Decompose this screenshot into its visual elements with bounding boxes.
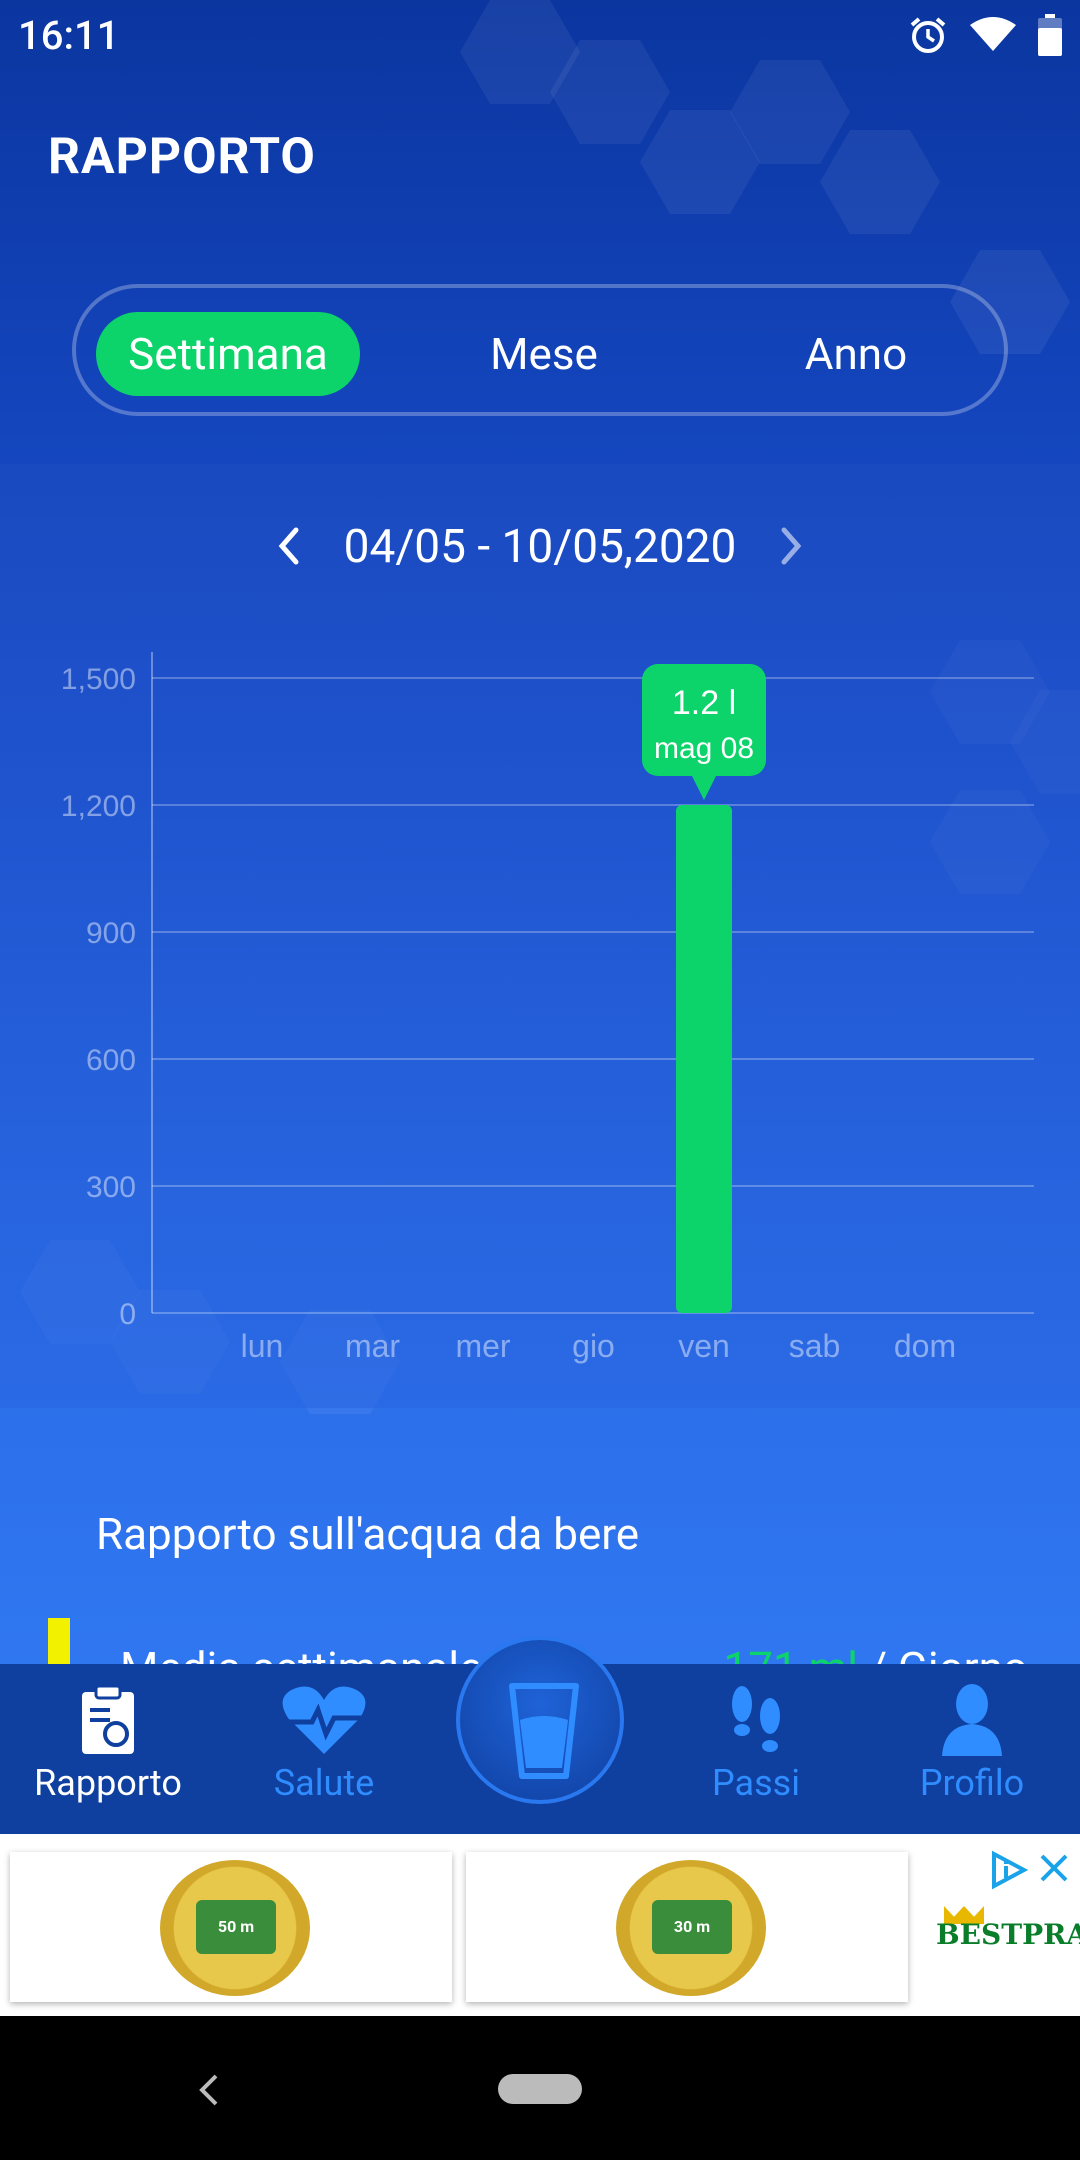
y-tick-label: 600 <box>86 1044 136 1077</box>
tooltip-value: 1.2 l <box>672 684 736 722</box>
footprints-icon <box>732 1686 780 1752</box>
x-tick-label: gio <box>572 1328 615 1364</box>
x-tick-label: lun <box>241 1328 284 1364</box>
hose-image: 50 m <box>160 1860 310 1996</box>
y-tick-label: 300 <box>86 1171 136 1204</box>
app-screen: 16:11 RAPPORTO Settimana Mese Anno 04/05… <box>0 0 1080 2016</box>
water-glass-icon <box>509 1683 579 1779</box>
y-tick-label: 1,500 <box>61 663 136 696</box>
add-water-button[interactable] <box>456 1636 624 1804</box>
nav-profilo[interactable]: Profilo <box>872 1684 1072 1804</box>
ad-product-card[interactable]: 30 m <box>466 1852 908 2002</box>
ad-brand-logo: BESTPRATO <box>936 1918 1080 1951</box>
x-tick-label: ven <box>678 1328 730 1364</box>
x-tick-label: mer <box>455 1328 510 1364</box>
x-tick-label: dom <box>894 1328 956 1364</box>
y-tick-label: 0 <box>119 1298 136 1331</box>
ad-product-card[interactable]: 50 m <box>10 1852 452 2002</box>
bar-tooltip: 1.2 l mag 08 <box>642 664 766 800</box>
ad-info-icon[interactable] <box>988 1850 1028 1890</box>
ad-banner[interactable]: 50 m 30 m BESTPRATO <box>0 1834 1080 2016</box>
system-navigation-bar <box>0 2016 1080 2160</box>
hose-tag: 50 m <box>196 1900 276 1954</box>
nav-label-passi: Passi <box>711 1762 800 1804</box>
hose-image: 30 m <box>616 1860 766 1996</box>
hose-tag: 30 m <box>652 1900 732 1954</box>
y-tick-label: 900 <box>86 917 136 950</box>
x-tick-label: mar <box>345 1328 400 1364</box>
nav-label-profilo: Profilo <box>919 1762 1025 1804</box>
nav-salute[interactable]: Salute <box>224 1684 424 1804</box>
report-clipboard-icon <box>82 1684 134 1754</box>
bar-ven[interactable] <box>676 805 732 1313</box>
nav-label-rapporto: Rapporto <box>34 1762 182 1804</box>
person-icon <box>942 1684 1002 1756</box>
tooltip-date: mag 08 <box>654 732 754 765</box>
heart-pulse-icon <box>282 1686 366 1754</box>
home-pill[interactable] <box>498 2074 582 2104</box>
nav-passi[interactable]: Passi <box>656 1684 856 1804</box>
ad-close-icon[interactable] <box>1038 1852 1070 1884</box>
nav-label-salute: Salute <box>273 1762 375 1804</box>
x-tick-label: sab <box>789 1328 841 1364</box>
water-intake-chart: 0 300 600 900 1,200 1,500 lun mar mer gio ven sab d… <box>61 652 1034 1364</box>
y-tick-label: 1,200 <box>61 790 136 823</box>
tooltip-pointer <box>692 776 716 800</box>
back-arrow-icon[interactable] <box>196 2072 220 2108</box>
report-title: Rapporto sull'acqua da bere <box>96 1508 640 1560</box>
nav-rapporto[interactable]: Rapporto <box>8 1684 208 1804</box>
